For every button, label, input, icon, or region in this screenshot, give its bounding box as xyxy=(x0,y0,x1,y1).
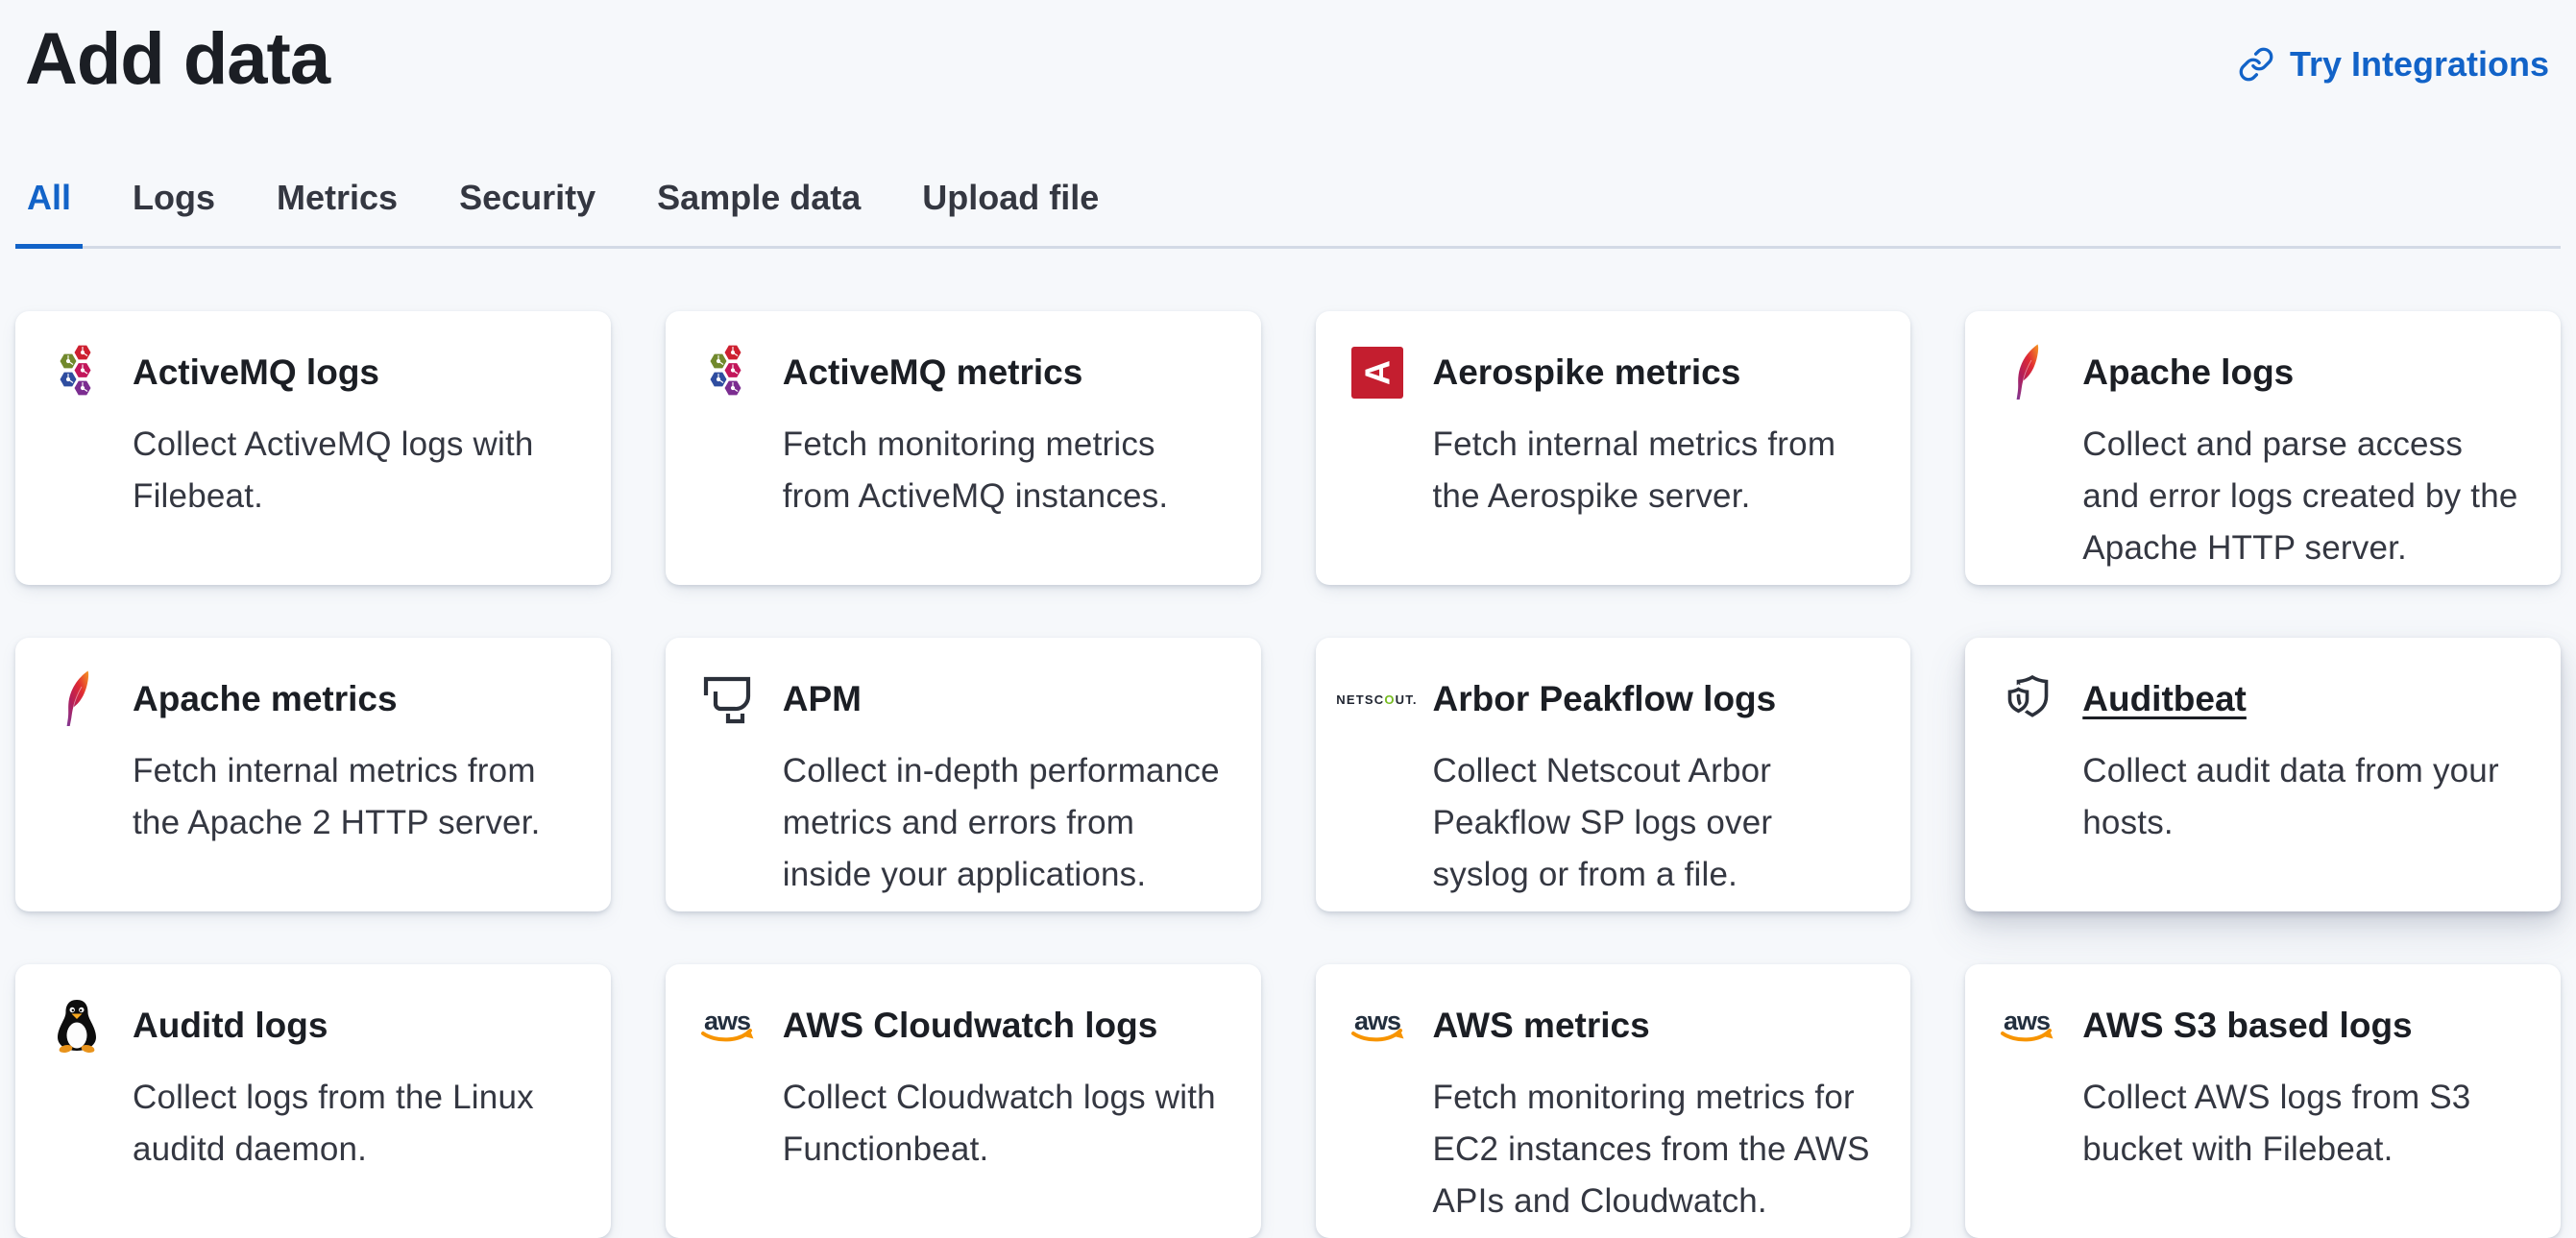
tab-label: All xyxy=(27,178,71,217)
card-title: AWS metrics xyxy=(1433,1004,1650,1048)
card-title: Auditd logs xyxy=(133,1004,328,1048)
aerospike-logo: A xyxy=(1350,344,1404,401)
card-aws-cloudwatch-logs[interactable]: aws AWS Cloudwatch logs Collect Cloudwat… xyxy=(666,964,1261,1238)
card-description: Collect ActiveMQ logs with Filebeat. xyxy=(133,419,576,522)
card-apache-logs[interactable]: Apache logs Collect and parse access and… xyxy=(1965,311,2561,585)
card-title: AWS S3 based logs xyxy=(2082,1004,2412,1048)
netscout-logo: NETSCOUT. xyxy=(1350,670,1404,728)
card-description: Fetch internal metrics from the Apache 2… xyxy=(133,745,576,849)
card-description: Collect Netscout Arbor Peakflow SP logs … xyxy=(1433,745,1877,901)
card-arbor-peakflow-logs[interactable]: NETSCOUT. Arbor Peakflow logs Collect Ne… xyxy=(1316,638,1911,911)
card-title: Apache logs xyxy=(2082,351,2294,395)
card-description: Collect logs from the Linux auditd daemo… xyxy=(133,1072,576,1176)
tab-label: Security xyxy=(459,178,595,217)
card-aerospike-metrics[interactable]: A Aerospike metrics Fetch internal metri… xyxy=(1316,311,1911,585)
svg-text:aws: aws xyxy=(2004,1007,2050,1035)
card-title: Arbor Peakflow logs xyxy=(1433,677,1777,721)
card-title: AWS Cloudwatch logs xyxy=(783,1004,1158,1048)
tab-logs[interactable]: Logs xyxy=(121,177,227,246)
card-apache-metrics[interactable]: Apache metrics Fetch internal metrics fr… xyxy=(15,638,611,911)
linux-tux-logo xyxy=(50,997,104,1055)
card-auditd-logs[interactable]: Auditd logs Collect logs from the Linux … xyxy=(15,964,611,1238)
page-title: Add data xyxy=(25,17,329,102)
card-title: Auditbeat xyxy=(2082,677,2247,721)
card-description: Collect and parse access and error logs … xyxy=(2082,419,2526,574)
card-title: Aerospike metrics xyxy=(1433,351,1741,395)
card-activemq-logs[interactable]: ActiveMQ logs Collect ActiveMQ logs with… xyxy=(15,311,611,585)
tab-metrics[interactable]: Metrics xyxy=(265,177,409,246)
add-data-page: Add data Try Integrations All Logs Metrics… xyxy=(0,0,2576,1238)
card-description: Collect audit data from your hosts. xyxy=(2082,745,2526,849)
tab-upload-file[interactable]: Upload file xyxy=(911,177,1110,246)
shield-icon xyxy=(2000,670,2054,728)
card-description: Collect in-depth performance metrics and… xyxy=(783,745,1227,901)
aws-logo: aws xyxy=(700,997,754,1055)
card-title: ActiveMQ metrics xyxy=(783,351,1083,395)
tab-all[interactable]: All xyxy=(15,177,83,246)
card-title: Apache metrics xyxy=(133,677,398,721)
card-description: Fetch monitoring metrics for EC2 instanc… xyxy=(1433,1072,1877,1227)
tab-label: Sample data xyxy=(657,178,861,217)
card-title: ActiveMQ logs xyxy=(133,351,379,395)
tab-label: Metrics xyxy=(277,178,398,217)
aws-logo: aws xyxy=(2000,997,2054,1055)
card-activemq-metrics[interactable]: ActiveMQ metrics Fetch monitoring metric… xyxy=(666,311,1261,585)
card-apm[interactable]: APM Collect in-depth performance metrics… xyxy=(666,638,1261,911)
link-icon xyxy=(2238,46,2274,83)
card-aws-metrics[interactable]: aws AWS metrics Fetch monitoring metrics… xyxy=(1316,964,1911,1238)
tab-label: Upload file xyxy=(922,178,1099,217)
card-aws-s3-based-logs[interactable]: aws AWS S3 based logs Collect AWS logs f… xyxy=(1965,964,2561,1238)
tab-security[interactable]: Security xyxy=(448,177,607,246)
tab-bar: All Logs Metrics Security Sample data Upload … xyxy=(15,177,2561,249)
try-integrations-link[interactable]: Try Integrations xyxy=(2238,44,2549,85)
tab-label: Logs xyxy=(133,178,215,217)
data-source-card-grid: ActiveMQ logs Collect ActiveMQ logs with… xyxy=(15,311,2561,1238)
svg-text:aws: aws xyxy=(704,1007,750,1035)
apache-feather-logo xyxy=(2000,344,2054,401)
card-auditbeat[interactable]: Auditbeat Collect audit data from your h… xyxy=(1965,638,2561,911)
page-header: Add data Try Integrations xyxy=(15,0,2561,106)
card-description: Collect AWS logs from S3 bucket with Fil… xyxy=(2082,1072,2526,1176)
apm-trace-icon xyxy=(700,670,754,728)
activemq-logo xyxy=(50,344,104,401)
card-title: APM xyxy=(783,677,862,721)
apache-feather-logo xyxy=(50,670,104,728)
card-description: Fetch monitoring metrics from ActiveMQ i… xyxy=(783,419,1227,522)
svg-text:A: A xyxy=(1357,360,1397,385)
card-description: Fetch internal metrics from the Aerospik… xyxy=(1433,419,1877,522)
svg-text:aws: aws xyxy=(1353,1007,1399,1035)
activemq-logo xyxy=(700,344,754,401)
try-integrations-label: Try Integrations xyxy=(2290,44,2549,85)
card-description: Collect Cloudwatch logs with Functionbea… xyxy=(783,1072,1227,1176)
aws-logo: aws xyxy=(1350,997,1404,1055)
tab-sample-data[interactable]: Sample data xyxy=(645,177,872,246)
